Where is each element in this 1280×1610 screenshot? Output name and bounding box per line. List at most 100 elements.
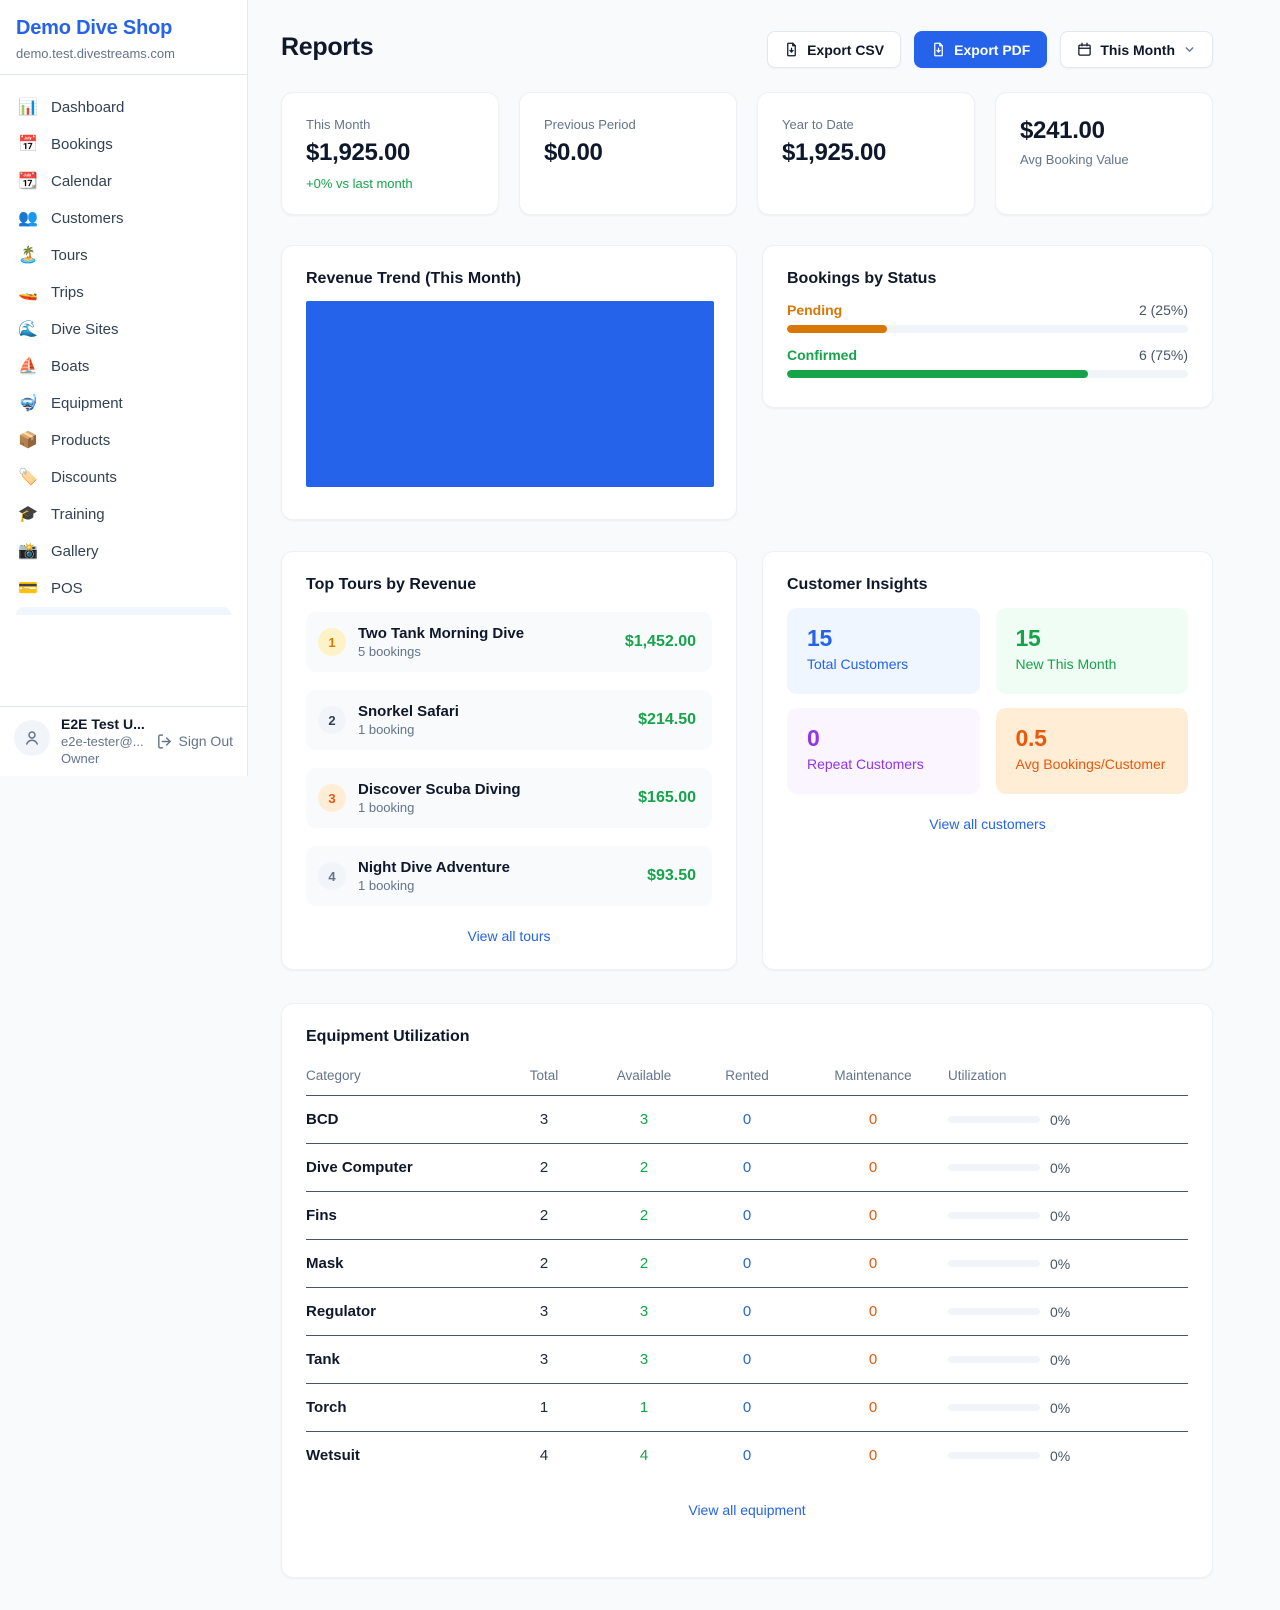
sidebar-item-trips[interactable]: 🚤 Trips xyxy=(8,274,239,311)
cell-category: Wetsuit xyxy=(306,1432,496,1480)
stat-card-avg-booking-value: $241.00 Avg Booking Value xyxy=(995,92,1213,215)
tile-value: 0 xyxy=(807,725,960,752)
tour-row: 4 Night Dive Adventure 1 booking $93.50 xyxy=(306,846,712,906)
status-bar-track xyxy=(787,325,1188,333)
revenue-trend-chart xyxy=(306,301,714,487)
cell-total: 1 xyxy=(496,1384,592,1432)
cell-category: Mask xyxy=(306,1240,496,1288)
cell-category: BCD xyxy=(306,1096,496,1144)
tile-label: Total Customers xyxy=(807,656,960,672)
sidebar-item-dashboard[interactable]: 📊 Dashboard xyxy=(8,89,239,126)
stat-value: $1,925.00 xyxy=(306,139,474,167)
boats-icon: ⛵ xyxy=(18,359,38,375)
tile-new-this-month: 15 New This Month xyxy=(996,608,1189,694)
status-bar-fill xyxy=(787,370,1088,378)
tile-value: 15 xyxy=(807,625,960,652)
utilization-bar xyxy=(948,1452,1040,1459)
tile-value: 15 xyxy=(1016,625,1169,652)
equipment-utilization-card: Equipment Utilization Category Total Ava… xyxy=(281,1003,1213,1578)
cell-total: 3 xyxy=(496,1288,592,1336)
col-total: Total xyxy=(496,1060,592,1096)
col-category: Category xyxy=(306,1060,496,1096)
utilization-bar xyxy=(948,1212,1040,1219)
trips-icon: 🚤 xyxy=(18,285,38,301)
utilization-bar xyxy=(948,1260,1040,1267)
sidebar-item-dive-sites[interactable]: 🌊 Dive Sites xyxy=(8,311,239,348)
tour-name: Discover Scuba Diving xyxy=(358,781,521,798)
cell-category: Regulator xyxy=(306,1288,496,1336)
cell-available: 3 xyxy=(592,1336,696,1384)
tour-bookings: 5 bookings xyxy=(358,644,524,659)
tile-avg-bookings: 0.5 Avg Bookings/Customer xyxy=(996,708,1189,794)
top-tours-card: Top Tours by Revenue 1 Two Tank Morning … xyxy=(281,551,737,970)
export-csv-button[interactable]: Export CSV xyxy=(767,31,901,68)
export-pdf-label: Export PDF xyxy=(954,42,1030,58)
sidebar-item-calendar[interactable]: 📆 Calendar xyxy=(8,163,239,200)
cell-maintenance: 0 xyxy=(798,1432,948,1480)
equipment-utilization-title: Equipment Utilization xyxy=(306,1028,1188,1046)
sidebar-item-reports-partial[interactable] xyxy=(16,607,231,615)
sidebar-item-discounts[interactable]: 🏷️ Discounts xyxy=(8,459,239,496)
period-label: This Month xyxy=(1100,42,1175,58)
tile-label: Avg Bookings/Customer xyxy=(1016,756,1169,772)
sign-out-label: Sign Out xyxy=(179,733,233,749)
tour-row: 2 Snorkel Safari 1 booking $214.50 xyxy=(306,690,712,750)
cell-maintenance: 0 xyxy=(798,1240,948,1288)
cell-total: 2 xyxy=(496,1192,592,1240)
sidebar-item-label: Dive Sites xyxy=(51,321,119,338)
cell-utilization: 0% xyxy=(1050,1256,1070,1272)
customers-icon: 👥 xyxy=(18,211,38,227)
equipment-row: Fins 2 2 0 0 0% xyxy=(306,1192,1188,1240)
tour-bookings: 1 booking xyxy=(358,722,459,737)
tile-label: Repeat Customers xyxy=(807,756,960,772)
sidebar-item-boats[interactable]: ⛵ Boats xyxy=(8,348,239,385)
equipment-row: Regulator 3 3 0 0 0% xyxy=(306,1288,1188,1336)
stat-card-previous-period: Previous Period $0.00 xyxy=(519,92,737,215)
utilization-bar xyxy=(948,1404,1040,1411)
sidebar-item-gallery[interactable]: 📸 Gallery xyxy=(8,533,239,570)
user-panel: E2E Test U... e2e-tester@... Owner Sign … xyxy=(0,706,247,776)
col-utilization: Utilization xyxy=(948,1060,1188,1096)
view-all-equipment-link[interactable]: View all equipment xyxy=(306,1502,1188,1518)
tour-name: Night Dive Adventure xyxy=(358,859,510,876)
insight-tiles: 15 Total Customers 15 New This Month 0 R… xyxy=(787,608,1188,794)
cell-rented: 0 xyxy=(696,1096,798,1144)
cell-rented: 0 xyxy=(696,1432,798,1480)
sidebar-item-bookings[interactable]: 📅 Bookings xyxy=(8,126,239,163)
sidebar-item-pos[interactable]: 💳 POS xyxy=(8,570,239,607)
equipment-header-row: Category Total Available Rented Maintena… xyxy=(306,1060,1188,1096)
col-maintenance: Maintenance xyxy=(798,1060,948,1096)
tile-repeat-customers: 0 Repeat Customers xyxy=(787,708,980,794)
status-count: 2 (25%) xyxy=(1139,302,1188,318)
sign-out-button[interactable]: Sign Out xyxy=(156,733,233,750)
cell-maintenance: 0 xyxy=(798,1192,948,1240)
equipment-row: Tank 3 3 0 0 0% xyxy=(306,1336,1188,1384)
cell-rented: 0 xyxy=(696,1288,798,1336)
period-dropdown[interactable]: This Month xyxy=(1060,31,1213,68)
sidebar-item-products[interactable]: 📦 Products xyxy=(8,422,239,459)
cell-rented: 0 xyxy=(696,1336,798,1384)
sidebar-item-training[interactable]: 🎓 Training xyxy=(8,496,239,533)
header-actions: Export CSV Export PDF This Month xyxy=(767,31,1213,68)
cell-category: Torch xyxy=(306,1384,496,1432)
equipment-row: BCD 3 3 0 0 0% xyxy=(306,1096,1188,1144)
cell-rented: 0 xyxy=(696,1384,798,1432)
revenue-trend-title: Revenue Trend (This Month) xyxy=(306,270,712,288)
status-row-confirmed: Confirmed 6 (75%) xyxy=(787,347,1188,378)
view-all-tours-link[interactable]: View all tours xyxy=(306,928,712,944)
sidebar-item-label: Tours xyxy=(51,247,88,264)
col-available: Available xyxy=(592,1060,696,1096)
sidebar-item-equipment[interactable]: 🤿 Equipment xyxy=(8,385,239,422)
logout-icon xyxy=(156,733,173,750)
stat-label: Avg Booking Value xyxy=(1020,152,1188,167)
export-pdf-button[interactable]: Export PDF xyxy=(914,31,1047,68)
sidebar-item-label: Dashboard xyxy=(51,99,124,116)
sidebar-item-customers[interactable]: 👥 Customers xyxy=(8,200,239,237)
cell-category: Fins xyxy=(306,1192,496,1240)
tour-name: Two Tank Morning Dive xyxy=(358,625,524,642)
sidebar-item-tours[interactable]: 🏝️ Tours xyxy=(8,237,239,274)
tour-row: 1 Two Tank Morning Dive 5 bookings $1,45… xyxy=(306,612,712,672)
bookings-icon: 📅 xyxy=(18,137,38,153)
view-all-customers-link[interactable]: View all customers xyxy=(787,816,1188,832)
calendar-icon: 📆 xyxy=(18,174,38,190)
